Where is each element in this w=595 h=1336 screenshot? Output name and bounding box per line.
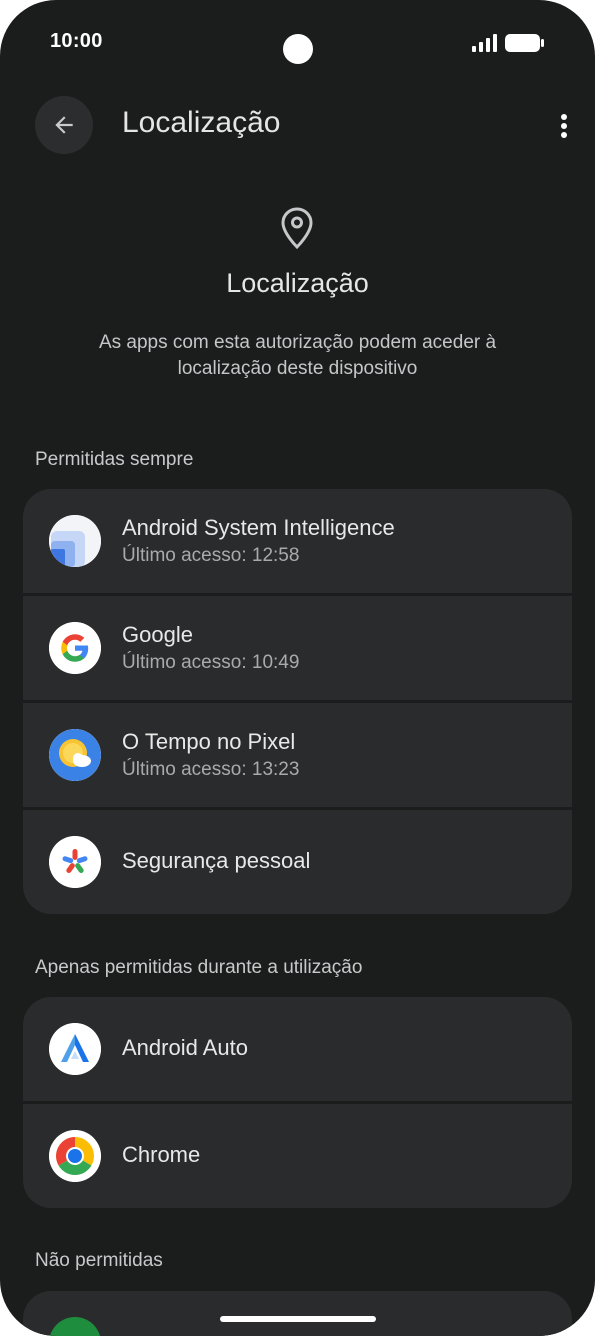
android-auto-icon (49, 1023, 101, 1075)
app-icon-partial (49, 1317, 101, 1336)
app-item-personal-safety[interactable]: Segurança pessoal (23, 810, 572, 914)
app-name: O Tempo no Pixel (122, 729, 296, 754)
home-indicator[interactable] (220, 1316, 376, 1322)
signal-icon (472, 34, 497, 52)
page-title: Localização (122, 106, 281, 139)
app-name: Android Auto (122, 1035, 248, 1060)
app-last-access: Último acesso: 12:58 (122, 545, 300, 566)
back-button[interactable] (35, 96, 93, 154)
app-bar: Localização (0, 96, 595, 156)
app-item-chrome[interactable]: Chrome (23, 1104, 572, 1208)
hero-description: As apps com esta autorização podem acede… (98, 332, 497, 379)
more-vert-icon (561, 114, 567, 138)
android-system-intelligence-icon (49, 515, 101, 567)
app-name: Segurança pessoal (122, 848, 311, 873)
personal-safety-icon (49, 836, 101, 888)
always-allowed-list: Android System Intelligence Último acess… (23, 489, 572, 914)
section-header-always-allowed: Permitidas sempre (35, 449, 194, 470)
app-last-access: Último acesso: 10:49 (122, 652, 300, 673)
app-last-access: Último acesso: 13:23 (122, 759, 300, 780)
not-allowed-list (23, 1291, 572, 1336)
section-header-while-in-use: Apenas permitidas durante a utilização (35, 957, 363, 978)
weather-icon (49, 729, 101, 781)
app-item-android-system-intelligence[interactable]: Android System Intelligence Último acess… (23, 489, 572, 593)
app-name: Chrome (122, 1142, 201, 1167)
app-item-partial[interactable] (23, 1291, 572, 1336)
phone-screen: 10:00 Localização Localização As apps co… (0, 0, 595, 1336)
app-item-weather[interactable]: O Tempo no Pixel Último acesso: 13:23 (23, 703, 572, 807)
app-name: Android System Intelligence (122, 515, 395, 540)
chrome-icon (49, 1130, 101, 1182)
location-pin-icon (281, 207, 313, 249)
app-item-google[interactable]: Google Último acesso: 10:49 (23, 596, 572, 700)
while-in-use-list: Android Auto Chrome (23, 997, 572, 1208)
status-time: 10:00 (50, 30, 103, 52)
app-item-android-auto[interactable]: Android Auto (23, 997, 572, 1101)
front-camera (283, 34, 313, 64)
google-icon (49, 622, 101, 674)
more-options-button[interactable] (548, 106, 580, 146)
status-bar: 10:00 (0, 0, 595, 84)
section-header-not-allowed: Não permitidas (35, 1250, 163, 1271)
arrow-back-icon (55, 116, 73, 134)
app-name: Google (122, 622, 193, 647)
battery-icon (505, 34, 544, 52)
hero-title: Localização (226, 268, 369, 298)
